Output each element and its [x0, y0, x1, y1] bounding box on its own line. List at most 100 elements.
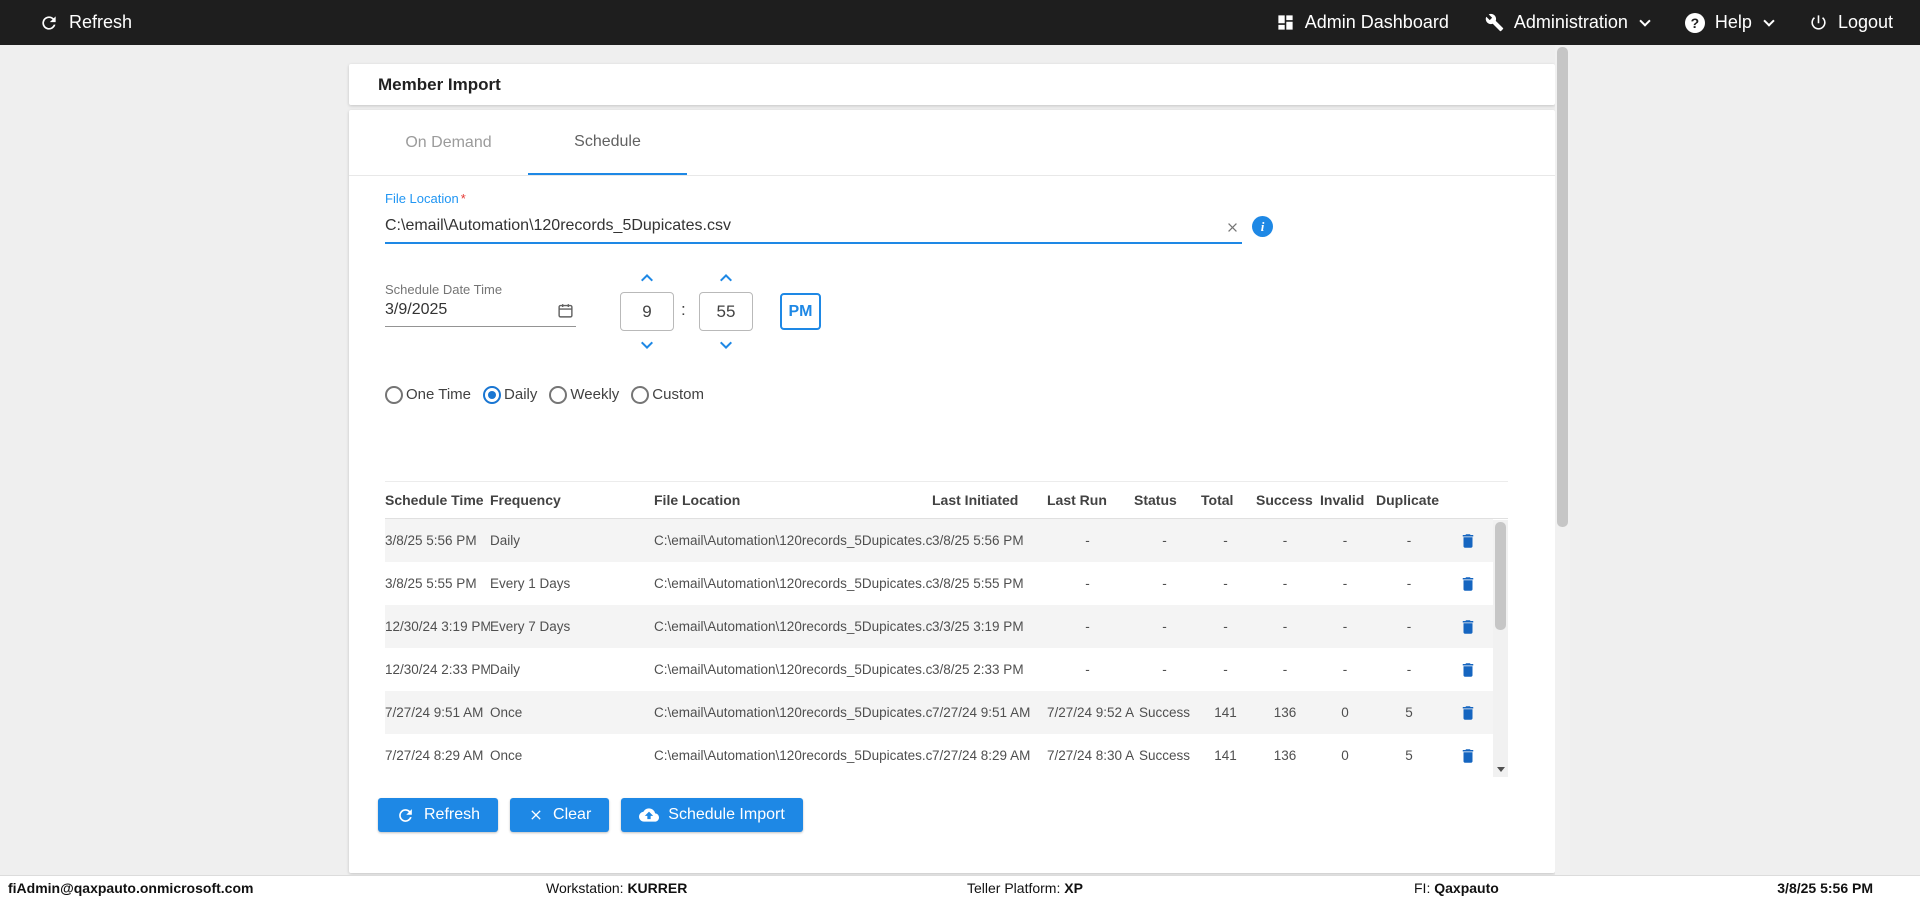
table-cell: - [1282, 533, 1288, 548]
table-cell: C:\email\Automation\120records_5Dupicate… [654, 533, 932, 548]
trash-icon [1462, 662, 1473, 677]
page-scrollbar[interactable] [1555, 45, 1570, 875]
table-cell: - [1406, 533, 1412, 548]
radio-label: Custom [652, 386, 704, 403]
table-cell: - [1223, 576, 1228, 591]
table-cell: Success [1138, 748, 1191, 763]
table-cell: C:\email\Automation\120records_5Dupicate… [654, 748, 932, 763]
administration-menu-button[interactable]: Administration [1485, 12, 1651, 33]
table-cell: 141 [1214, 705, 1237, 720]
delete-schedule-button[interactable] [1457, 745, 1479, 767]
delete-schedule-button[interactable] [1457, 616, 1479, 638]
teller-platform-info: Teller Platform: XP [967, 880, 1083, 896]
refresh-nav-button[interactable]: Refresh [39, 12, 132, 33]
refresh-button[interactable]: Refresh [378, 798, 499, 832]
calendar-icon[interactable] [557, 302, 574, 319]
status-footer: fiAdmin@qaxpauto.onmicrosoft.com Worksta… [0, 875, 1920, 901]
table-cell: - [1282, 619, 1288, 634]
refresh-button-label: Refresh [424, 806, 481, 823]
column-header: Frequency [490, 492, 561, 508]
table-cell: - [1085, 533, 1090, 548]
table-cell: - [1223, 619, 1228, 634]
radio-unselected-icon [385, 385, 403, 404]
radio-label: One Time [406, 386, 472, 403]
radio-label: Daily [504, 386, 538, 403]
table-row: 3/8/25 5:55 PM Every 1 Days C:\email\Autom… [385, 562, 1493, 605]
page-scrollbar-thumb[interactable] [1557, 47, 1568, 527]
scroll-down-button[interactable] [1493, 761, 1508, 777]
table-cell: - [1085, 662, 1090, 677]
minute-input[interactable]: 55 [699, 292, 753, 331]
admin-dashboard-button[interactable]: Admin Dashboard [1276, 12, 1449, 33]
delete-schedule-button[interactable] [1457, 573, 1479, 595]
clear-button-label: Clear [553, 806, 592, 823]
administration-label: Administration [1513, 12, 1628, 32]
delete-schedule-button[interactable] [1457, 659, 1479, 681]
trash-icon [1462, 705, 1473, 720]
table-cell: - [1223, 533, 1228, 548]
wrench-icon [1485, 13, 1504, 32]
fi-info: FI: Qaxpauto [1414, 880, 1499, 896]
power-icon [1809, 13, 1828, 32]
page-title: Member Import [378, 74, 501, 94]
table-cell: - [1162, 533, 1167, 548]
frequency-radio-daily[interactable]: Daily [483, 385, 538, 404]
frequency-radio-custom[interactable]: Custom [631, 385, 704, 404]
minute-decrement-button[interactable] [714, 333, 738, 357]
trash-icon [1462, 576, 1473, 591]
table-cell: 5 [1405, 748, 1413, 763]
logout-label: Logout [1837, 12, 1893, 32]
frequency-radio-weekly[interactable]: Weekly [549, 385, 620, 404]
table-cell-actions [1448, 616, 1493, 638]
table-cell: C:\email\Automation\120records_5Dupicate… [654, 662, 932, 677]
table-scrollbar[interactable] [1493, 520, 1508, 777]
radio-label: Weekly [570, 386, 620, 403]
table-cell: 3/8/25 2:33 PM [932, 662, 1024, 677]
delete-schedule-button[interactable] [1457, 530, 1479, 552]
tab-on-demand[interactable]: On Demand [369, 110, 528, 175]
help-icon: ? [1684, 12, 1705, 33]
schedule-import-button[interactable]: Schedule Import [621, 798, 803, 832]
column-header: File Location [654, 492, 741, 508]
schedule-datetime-section: Schedule Date Time 9 : 55 [385, 267, 1555, 358]
file-location-input[interactable] [385, 209, 1242, 244]
x-icon [528, 807, 544, 823]
table-cell: 0 [1341, 748, 1349, 763]
schedule-date-input[interactable] [385, 299, 576, 327]
table-cell: - [1406, 662, 1412, 677]
table-cell: C:\email\Automation\120records_5Dupicate… [654, 619, 932, 634]
clear-input-icon[interactable] [1225, 220, 1240, 235]
table-cell: - [1342, 576, 1348, 591]
hour-decrement-button[interactable] [635, 333, 659, 357]
refresh-nav-label: Refresh [69, 12, 133, 32]
meridiem-toggle-button[interactable]: PM [780, 293, 821, 330]
table-cell: Every 1 Days [490, 576, 571, 591]
column-header: Success [1256, 492, 1313, 508]
table-scrollbar-thumb[interactable] [1495, 522, 1506, 630]
delete-schedule-button[interactable] [1457, 702, 1479, 724]
logout-button[interactable]: Logout [1809, 12, 1893, 33]
table-cell: 136 [1273, 705, 1297, 720]
action-buttons: Refresh Clear Schedule Import [378, 798, 1555, 832]
member-import-panel: On Demand Schedule File Location* i [349, 110, 1555, 873]
frequency-radio-one-time[interactable]: One Time [385, 385, 472, 404]
table-cell: - [1406, 576, 1412, 591]
hour-input[interactable]: 9 [620, 292, 674, 331]
refresh-icon [39, 13, 59, 33]
column-header: Duplicate [1376, 492, 1440, 508]
table-row: 12/30/24 3:19 PM Every 7 Days C:\email\Aut… [385, 605, 1493, 648]
trash-icon [1462, 619, 1473, 634]
table-cell-actions [1448, 659, 1493, 681]
hour-increment-button[interactable] [635, 266, 659, 290]
info-icon[interactable]: i [1252, 216, 1273, 237]
chevron-down-icon [641, 341, 653, 349]
clear-button[interactable]: Clear [510, 798, 610, 832]
help-menu-button[interactable]: ? Help [1684, 12, 1775, 33]
table-cell: 141 [1214, 748, 1237, 763]
table-cell: C:\email\Automation\120records_5Dupicate… [654, 576, 932, 591]
minute-increment-button[interactable] [714, 266, 738, 290]
table-cell: Every 7 Days [490, 619, 571, 634]
tab-schedule[interactable]: Schedule [528, 110, 687, 175]
table-cell: C:\email\Automation\120records_5Dupicate… [654, 705, 932, 720]
help-label: Help [1714, 12, 1752, 32]
